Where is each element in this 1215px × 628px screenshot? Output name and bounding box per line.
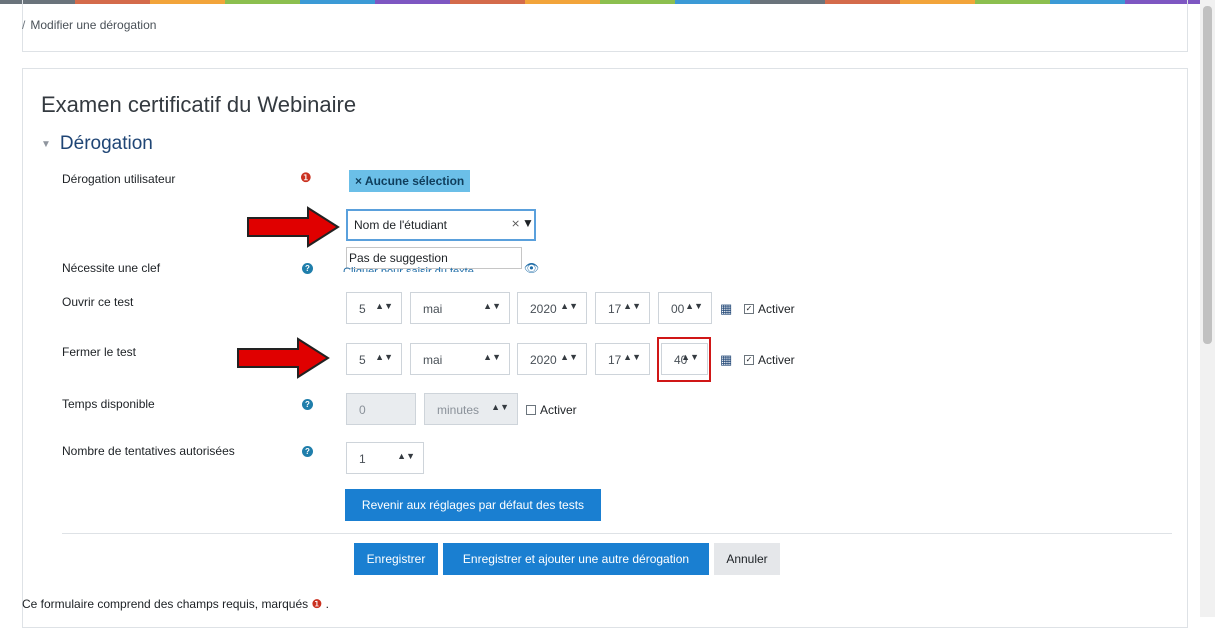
student-search-box[interactable]: ⨯ ▼ <box>346 209 536 241</box>
open-date-label: Ouvrir ce test <box>62 295 134 309</box>
open-day-select[interactable]: 5 ▲▼ <box>346 292 402 324</box>
attempts-select[interactable]: 1 ▲▼ <box>346 442 424 474</box>
close-day-value: 5 <box>359 353 366 367</box>
select-arrows-icon: ▲▼ <box>483 352 501 362</box>
time-limit-value: 0 <box>359 403 366 417</box>
calendar-icon[interactable]: ▦ <box>720 301 732 317</box>
close-day-select[interactable]: 5 ▲▼ <box>346 343 402 375</box>
open-hour-value: 17 <box>608 302 622 316</box>
open-day-value: 5 <box>359 302 366 316</box>
close-year-select[interactable]: 2020 ▲▼ <box>517 343 587 375</box>
required-note-text: Ce formulaire comprend des champs requis… <box>22 597 309 611</box>
select-arrows-icon: ▲▼ <box>623 352 641 362</box>
attempts-label: Nombre de tentatives autorisées <box>62 444 235 458</box>
help-icon[interactable]: ? <box>302 446 313 457</box>
open-minute-value: 00 <box>671 302 685 316</box>
section-title: Dérogation <box>59 133 153 154</box>
time-unit-value: minutes <box>437 403 480 417</box>
time-unit-select[interactable]: minutes ▲▼ <box>424 393 518 425</box>
close-year-value: 2020 <box>530 353 557 367</box>
dropdown-arrow-icon[interactable]: ▼ <box>522 216 534 230</box>
select-arrows-icon: ▲▼ <box>560 301 578 311</box>
breadcrumb: / Modifier une dérogation <box>22 18 156 32</box>
collapse-caret-icon[interactable]: ▼ <box>41 139 51 150</box>
reveal-password-icon[interactable]: 👁 <box>524 261 539 275</box>
time-limit-enable-label: Activer <box>540 403 577 417</box>
select-arrows-icon: ▲▼ <box>375 352 393 362</box>
select-arrows-icon: ▲▼ <box>397 451 415 461</box>
page-scrollbar[interactable] <box>1200 0 1215 617</box>
clear-icon[interactable]: ⨯ <box>511 217 520 230</box>
required-note-end: . <box>325 597 329 611</box>
close-hour-select[interactable]: 17 ▲▼ <box>595 343 650 375</box>
required-icon: ❶ <box>311 597 323 611</box>
select-arrows-icon: ▲▼ <box>685 301 703 311</box>
open-year-value: 2020 <box>530 302 557 316</box>
page-title: Examen certificatif du Webinaire <box>41 92 357 117</box>
help-icon[interactable]: ? <box>302 399 313 410</box>
scrollbar-thumb[interactable] <box>1203 6 1212 344</box>
breadcrumb-separator: / <box>22 18 26 32</box>
close-enable-label: Activer <box>758 353 795 367</box>
open-month-value: mai <box>423 302 443 316</box>
save-and-add-button[interactable]: Enregistrer et ajouter une autre dérogat… <box>443 543 709 575</box>
select-arrows-icon: ▲▼ <box>491 402 509 412</box>
open-year-select[interactable]: 2020 ▲▼ <box>517 292 587 324</box>
open-hour-select[interactable]: 17 ▲▼ <box>595 292 650 324</box>
breadcrumb-current: Modifier une dérogation <box>30 18 157 32</box>
user-override-label: Dérogation utilisateur <box>62 172 176 186</box>
close-enable-checkbox[interactable]: ✓ Activer <box>744 353 795 367</box>
section-header-derogation[interactable]: ▼ Dérogation <box>41 133 153 155</box>
open-month-select[interactable]: mai ▲▼ <box>410 292 510 324</box>
time-limit-input[interactable]: 0 <box>346 393 416 425</box>
select-arrows-icon: ▲▼ <box>375 301 393 311</box>
open-minute-select[interactable]: 00 ▲▼ <box>658 292 712 324</box>
help-icon[interactable]: ? <box>302 263 313 274</box>
attempts-value: 1 <box>359 452 366 466</box>
checkbox-checked-icon[interactable]: ✓ <box>744 355 754 365</box>
close-date-label: Fermer le test <box>62 345 137 359</box>
student-search-input[interactable] <box>354 216 494 234</box>
password-label: Nécessite une clef <box>62 261 161 275</box>
close-month-value: mai <box>423 353 443 367</box>
annotation-arrow-icon <box>237 337 330 379</box>
annotation-arrow-icon <box>247 206 340 248</box>
open-enable-checkbox[interactable]: ✓ Activer <box>744 302 795 316</box>
close-month-select[interactable]: mai ▲▼ <box>410 343 510 375</box>
password-edit-link[interactable]: Cliquer pour saisir du texte <box>343 266 474 272</box>
close-hour-value: 17 <box>608 353 622 367</box>
reset-defaults-button[interactable]: Revenir aux réglages par défaut des test… <box>345 489 601 521</box>
no-selection-badge[interactable]: × Aucune sélection <box>349 170 471 192</box>
cancel-button[interactable]: Annuler <box>714 543 780 575</box>
select-arrows-icon: ▲▼ <box>560 352 578 362</box>
annotation-highlight-box <box>657 337 711 382</box>
time-limit-enable-checkbox[interactable]: Activer <box>526 403 577 417</box>
form-divider <box>62 533 1172 534</box>
select-arrows-icon: ▲▼ <box>623 301 641 311</box>
calendar-icon[interactable]: ▦ <box>720 352 732 368</box>
checkbox-empty-icon[interactable] <box>526 405 536 415</box>
required-icon: ❶ <box>300 170 312 185</box>
breadcrumb-card <box>22 0 1188 52</box>
time-limit-label: Temps disponible <box>62 397 155 411</box>
checkbox-checked-icon[interactable]: ✓ <box>744 304 754 314</box>
save-button[interactable]: Enregistrer <box>354 543 438 575</box>
select-arrows-icon: ▲▼ <box>483 301 501 311</box>
open-enable-label: Activer <box>758 302 795 316</box>
required-fields-note: Ce formulaire comprend des champs requis… <box>22 597 329 611</box>
